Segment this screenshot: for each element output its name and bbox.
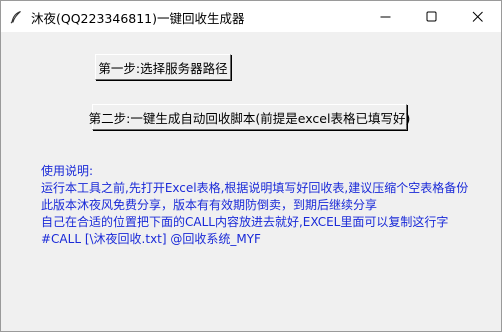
window-content: 第一步:选择服务器路径 第二步:一键生成自动回收脚本(前提是excel表格已填写… [1,32,501,331]
instructions-line: 此版本沐夜风免费分享，版本有有效期防倒卖，到期后继续分享 [41,198,378,212]
maximize-icon [426,11,437,22]
minimize-icon [380,16,391,18]
generate-script-button[interactable]: 第二步:一键生成自动回收脚本(前提是excel表格已填写好) [89,104,410,130]
instructions-line: 自己在合适的位置把下面的CALL内容放进去就好,EXCEL里面可以复制这行字 [41,215,449,229]
window-title: 沐夜(QQ223346811)一键回收生成器 [31,11,245,26]
maximize-button[interactable] [409,1,455,32]
instructions-heading: 使用说明: [41,164,94,178]
app-window: 沐夜(QQ223346811)一键回收生成器 第一步:选择服务器路径 第二步:一… [0,0,502,332]
select-server-path-button[interactable]: 第一步:选择服务器路径 [95,54,231,80]
feather-icon [9,9,23,24]
title-bar[interactable]: 沐夜(QQ223346811)一键回收生成器 [1,1,501,32]
minimize-button[interactable] [363,1,409,32]
call-snippet-line: #CALL [\沐夜回收.txt] @回收系统_MYF [41,232,261,246]
close-icon [472,11,483,22]
close-button[interactable] [455,1,501,32]
instructions-line: 运行本工具之前,先打开Excel表格,根据说明填写好回收表,建议压缩个空表格备份 [41,181,469,195]
instructions-text: 使用说明: 运行本工具之前,先打开Excel表格,根据说明填写好回收表,建议压缩… [41,163,468,248]
